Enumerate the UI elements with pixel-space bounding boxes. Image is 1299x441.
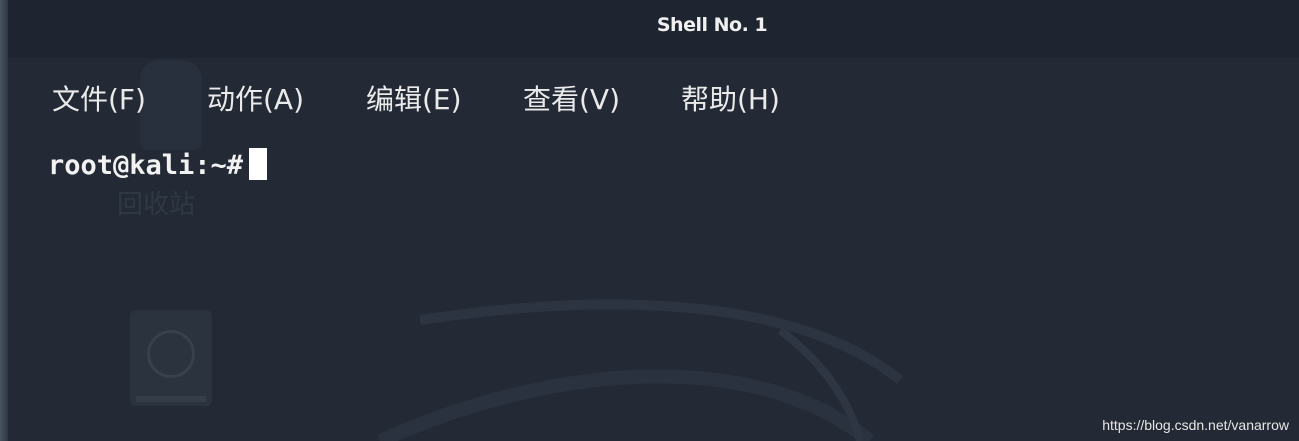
menu-edit[interactable]: 编辑(E) [366,78,462,118]
text-cursor [249,148,268,180]
menu-action[interactable]: 动作(A) [207,78,304,118]
menu-help[interactable]: 帮助(H) [681,78,780,118]
shell-prompt: root@kali:~# [48,150,244,181]
terminal-window: 回收站 Shell No. 1 文件(F) 动作(A) 编辑(E) 查看(V) … [0,0,1299,441]
wallpaper-swoosh [377,299,904,441]
title-bar[interactable]: Shell No. 1 [8,0,1299,58]
terminal-area[interactable]: root@kali:~# [48,148,268,184]
menu-file[interactable]: 文件(F) [52,78,146,118]
menu-view[interactable]: 查看(V) [523,78,620,118]
window-title: Shell No. 1 [656,14,768,36]
watermark-url: https://blog.csdn.net/vanarrow [1102,417,1289,433]
menu-bar: 文件(F) 动作(A) 编辑(E) 查看(V) 帮助(H) [8,72,1288,122]
